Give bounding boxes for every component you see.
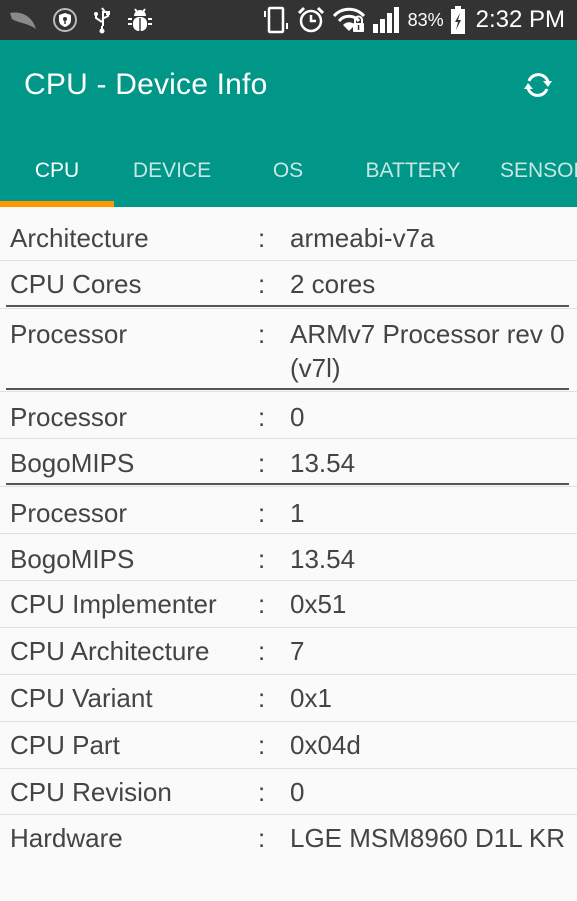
refresh-icon: [521, 68, 555, 107]
row-label: Processor: [10, 319, 128, 349]
usb-icon: [92, 6, 112, 34]
row-label: Architecture: [10, 223, 149, 253]
signal-icon: [372, 6, 402, 34]
wifi-locked-icon: [332, 6, 366, 34]
tab-bar: CPU DEVICE OS BATTERY SENSORS: [0, 135, 577, 207]
row-separator: :: [258, 319, 266, 349]
row-value: 0x1: [290, 683, 332, 713]
row-separator: :: [258, 223, 266, 253]
tab-battery[interactable]: BATTERY: [346, 135, 480, 207]
info-row-processor-1: Processor : 1: [0, 487, 577, 534]
row-separator: :: [258, 589, 266, 619]
row-separator: :: [258, 636, 266, 666]
row-value: 13.54: [290, 448, 356, 478]
clock-time: 2:32 PM: [475, 6, 565, 33]
tab-sensors[interactable]: SENSORS: [500, 135, 577, 207]
row-separator: :: [258, 683, 266, 713]
row-value: LGE MSM8960 D1L KR: [290, 823, 566, 853]
row-value: 0: [290, 402, 305, 432]
info-row-cpu-variant: CPU Variant : 0x1: [0, 675, 577, 722]
row-label: Hardware: [10, 823, 123, 853]
battery-percent: 83%: [407, 9, 444, 30]
info-row-processor-0: Processor : 0: [0, 392, 577, 439]
android-debug-icon: [126, 6, 154, 34]
battery-charging-icon: [450, 5, 466, 35]
tab-os[interactable]: OS: [230, 135, 346, 207]
info-row-hardware: Hardware : LGE MSM8960 D1L KR: [0, 815, 577, 901]
row-label: CPU Variant: [10, 683, 153, 713]
info-row-cpu-revision: CPU Revision : 0: [0, 769, 577, 815]
row-separator: :: [258, 730, 266, 760]
status-bar: 83% 2:32 PM: [0, 0, 577, 40]
leaf-icon: [8, 9, 38, 31]
row-value: 0x51: [290, 589, 347, 619]
row-separator: :: [258, 402, 266, 432]
tab-device[interactable]: DEVICE: [114, 135, 230, 207]
info-row-cpu-implementer: CPU Implementer : 0x51: [0, 581, 577, 628]
shield-key-icon: [52, 7, 78, 33]
refresh-button[interactable]: [519, 68, 557, 106]
row-value: 1: [290, 498, 305, 528]
active-tab-indicator: [0, 201, 114, 207]
row-separator: :: [258, 544, 266, 574]
row-label: Processor: [10, 402, 128, 432]
row-label: CPU Part: [10, 730, 120, 760]
row-value: armeabi-v7a: [290, 223, 435, 253]
cpu-info-list: Architecture : armeabi-v7a CPU Cores : 2…: [0, 215, 577, 901]
row-label: CPU Implementer: [10, 589, 217, 619]
vibrate-icon: [262, 5, 290, 35]
row-label: CPU Revision: [10, 777, 172, 807]
row-value: 0: [290, 777, 305, 807]
row-label: CPU Cores: [10, 269, 142, 299]
row-value: 13.54: [290, 544, 356, 574]
tab-cpu[interactable]: CPU: [0, 135, 114, 207]
info-row-bogomips-0: BogoMIPS : 13.54: [0, 439, 577, 487]
row-separator: :: [258, 269, 266, 299]
row-separator: :: [258, 498, 266, 528]
row-value: 7: [290, 636, 305, 666]
row-label: Processor: [10, 498, 128, 528]
info-row-bogomips-1: BogoMIPS : 13.54: [0, 534, 577, 581]
info-row-processor: Processor : ARMv7 Processor rev 0 (v7l): [0, 309, 577, 392]
row-value: ARMv7 Processor rev 0 (v7l): [290, 319, 565, 383]
info-row-cpu-part: CPU Part : 0x04d: [0, 722, 577, 769]
row-separator: :: [258, 777, 266, 807]
row-label: BogoMIPS: [10, 544, 135, 574]
row-value: 2 cores: [290, 269, 376, 299]
app-bar: CPU - Device Info: [0, 40, 577, 135]
info-row-architecture: Architecture : armeabi-v7a: [0, 215, 577, 261]
row-value: 0x04d: [290, 730, 361, 760]
row-label: CPU Architecture: [10, 636, 210, 666]
info-row-cpu-cores: CPU Cores : 2 cores: [0, 261, 577, 309]
row-label: BogoMIPS: [10, 448, 135, 478]
row-separator: :: [258, 823, 266, 853]
alarm-icon: [296, 5, 326, 35]
info-row-cpu-architecture: CPU Architecture : 7: [0, 628, 577, 675]
row-separator: :: [258, 448, 266, 478]
app-title: CPU - Device Info: [24, 68, 268, 101]
